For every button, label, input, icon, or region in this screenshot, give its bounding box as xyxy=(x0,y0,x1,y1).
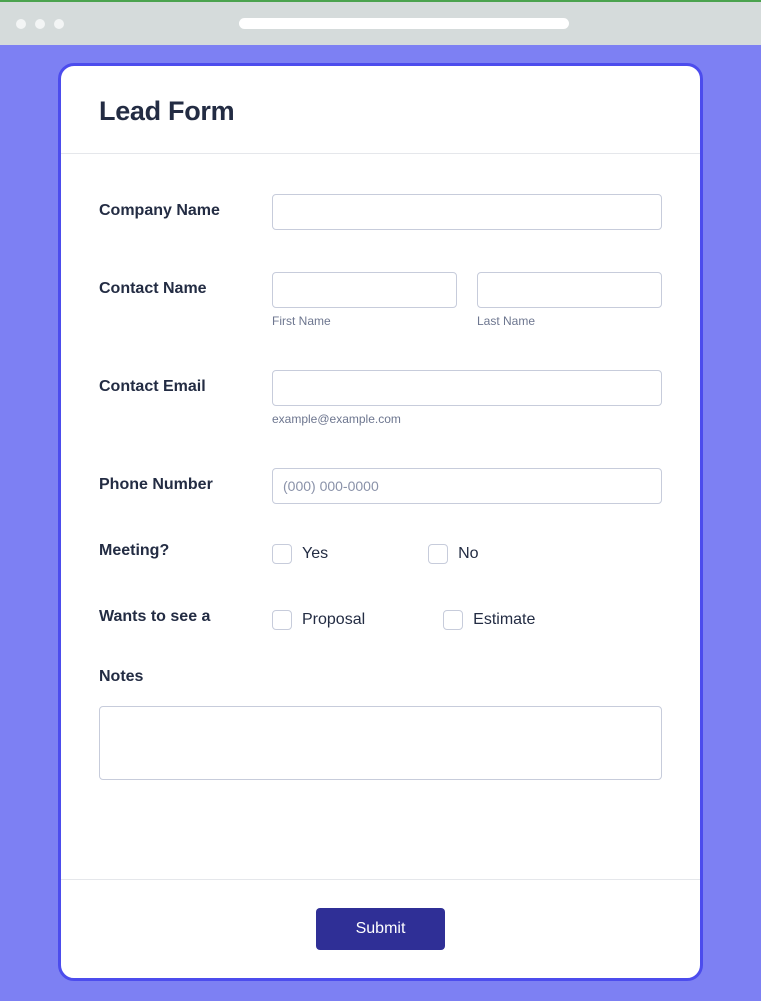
proposal-label: Proposal xyxy=(302,611,365,629)
first-name-sublabel: First Name xyxy=(272,314,457,328)
url-bar[interactable] xyxy=(239,18,569,29)
contact-email-input[interactable] xyxy=(272,370,662,406)
field-wants-to-see: Wants to see a Proposal Estimate xyxy=(99,606,662,630)
field-company-name: Company Name xyxy=(99,194,662,230)
estimate-checkbox[interactable] xyxy=(443,610,463,630)
meeting-no-label: No xyxy=(458,545,478,563)
field-contact-name: Contact Name First Name Last Name xyxy=(99,272,662,328)
last-name-input[interactable] xyxy=(477,272,662,308)
proposal-checkbox[interactable] xyxy=(272,610,292,630)
field-phone-number: Phone Number xyxy=(99,468,662,504)
notes-textarea[interactable] xyxy=(99,706,662,780)
contact-email-label: Contact Email xyxy=(99,370,272,426)
last-name-sublabel: Last Name xyxy=(477,314,662,328)
window-controls xyxy=(16,19,64,29)
meeting-yes-checkbox[interactable] xyxy=(272,544,292,564)
field-meeting: Meeting? Yes No xyxy=(99,540,662,564)
window-dot xyxy=(35,19,45,29)
submit-button[interactable]: Submit xyxy=(316,908,446,950)
wants-label: Wants to see a xyxy=(99,606,272,630)
browser-chrome xyxy=(0,0,761,45)
phone-number-label: Phone Number xyxy=(99,468,272,504)
field-notes: Notes xyxy=(99,668,662,785)
meeting-no-checkbox[interactable] xyxy=(428,544,448,564)
notes-label: Notes xyxy=(99,668,662,686)
phone-number-input[interactable] xyxy=(272,468,662,504)
contact-name-label: Contact Name xyxy=(99,272,272,328)
form-body: Company Name Contact Name First Name xyxy=(61,154,700,879)
lead-form-card: Lead Form Company Name Contact Name Firs… xyxy=(58,63,703,981)
contact-email-sublabel: example@example.com xyxy=(272,412,662,426)
form-title: Lead Form xyxy=(99,96,662,127)
meeting-label: Meeting? xyxy=(99,540,272,564)
window-dot xyxy=(16,19,26,29)
company-name-input[interactable] xyxy=(272,194,662,230)
meeting-yes-label: Yes xyxy=(302,545,328,563)
window-dot xyxy=(54,19,64,29)
page-background: Lead Form Company Name Contact Name Firs… xyxy=(0,45,761,1001)
form-header: Lead Form xyxy=(61,66,700,154)
estimate-label: Estimate xyxy=(473,611,535,629)
first-name-input[interactable] xyxy=(272,272,457,308)
company-name-label: Company Name xyxy=(99,194,272,230)
field-contact-email: Contact Email example@example.com xyxy=(99,370,662,426)
form-footer: Submit xyxy=(61,879,700,978)
